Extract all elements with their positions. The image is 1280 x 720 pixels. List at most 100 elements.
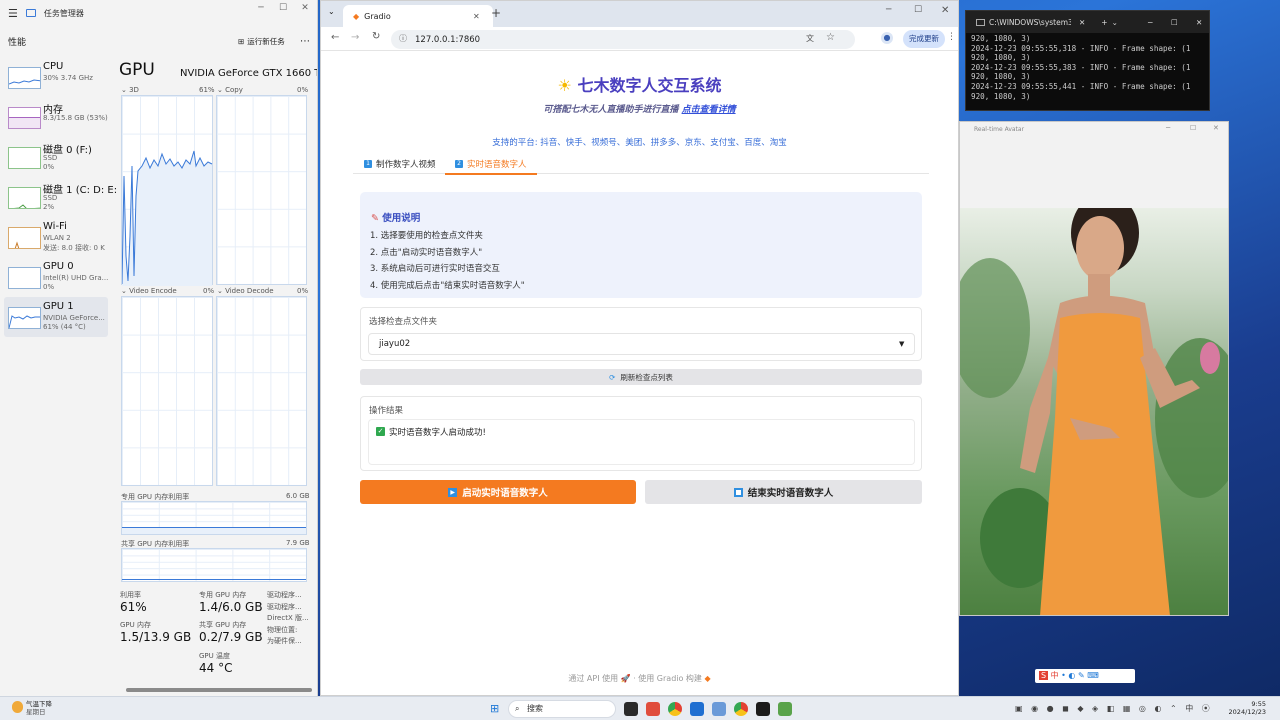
run-task-button[interactable]: ⊞ 运行新任务 xyxy=(238,36,285,47)
dropdown-arrow-icon: ▼ xyxy=(899,340,905,348)
maximize-icon[interactable]: ☐ xyxy=(1171,18,1178,27)
horizontal-scrollbar[interactable] xyxy=(126,688,312,692)
details-link[interactable]: 点击查看详情 xyxy=(682,105,736,115)
tab-close-icon[interactable]: ✕ xyxy=(473,12,480,21)
chrome-icon[interactable] xyxy=(668,702,682,716)
graph-3d xyxy=(121,95,213,286)
tab-list-icon[interactable]: ⌄ xyxy=(328,7,335,16)
profile-icon[interactable]: ● xyxy=(881,32,893,44)
graph-copy xyxy=(216,95,307,285)
result-textbox[interactable]: ✓ 实时语音数字人启动成功! xyxy=(368,419,915,465)
close-icon[interactable]: ✕ xyxy=(1196,18,1202,27)
play-icon: ▶ xyxy=(448,487,458,497)
browser-tab[interactable]: ◆ Gradio ✕ xyxy=(343,5,493,27)
minimize-icon[interactable]: ─ xyxy=(1148,18,1153,27)
section-title: 性能 xyxy=(8,37,27,48)
gpu-heading: GPU xyxy=(119,60,155,80)
app-title: ☀ 七木数字人交互系统 xyxy=(557,76,722,95)
more-icon[interactable]: ⋯ xyxy=(300,36,310,47)
task-manager-window: ☰ 任务管理器 ─ ☐ ✕ 性能 ⊞ 运行新任务 ⋯ CPU 30% 3.74 G… xyxy=(0,0,318,696)
instructions-title: ✎ 使用说明 xyxy=(371,213,421,224)
maximize-icon[interactable]: ☐ xyxy=(1190,124,1196,132)
sidebar-item-memory[interactable]: 内存 8.3/15.8 GB (53%) xyxy=(4,97,108,137)
browser-menu-icon[interactable]: ⋮ xyxy=(947,32,956,42)
ime-tools-icon: • ◐ ✎ ⌨ xyxy=(1061,671,1099,680)
tab-close-icon[interactable]: ✕ xyxy=(1079,18,1085,27)
sidebar-item-disk0[interactable]: 磁盘 0 (F:) SSD 0% xyxy=(4,137,108,177)
close-icon[interactable]: ✕ xyxy=(1213,124,1219,132)
stop-realtime-button[interactable]: 结束实时语音数字人 xyxy=(645,480,922,504)
window-title: 任务管理器 xyxy=(43,8,84,18)
graph-video-encode xyxy=(121,296,213,486)
stat-details: 驱动程序... 驱动程序... DirectX 版... 物理位置: 为硬件保.… xyxy=(267,591,309,645)
dropdown-icon[interactable]: ⌄ xyxy=(1112,18,1118,27)
maximize-icon[interactable]: ☐ xyxy=(914,5,922,15)
terminal-taskbar-icon[interactable] xyxy=(756,702,770,716)
app-icon-3[interactable] xyxy=(778,702,792,716)
search-box[interactable]: ⌕ 搜索 xyxy=(508,700,616,718)
shared-mem-max: 7.9 GB xyxy=(286,539,310,547)
clock[interactable]: 9:55 2024/12/23 xyxy=(1226,700,1266,716)
minimize-icon[interactable]: ─ xyxy=(1166,124,1170,132)
refresh-icon: ⟳ xyxy=(609,372,616,382)
checkpoint-card: 选择检查点文件夹 jiayu02 ▼ xyxy=(360,307,922,361)
minimize-icon[interactable]: ─ xyxy=(250,3,272,13)
stop-icon xyxy=(733,487,743,497)
start-icon[interactable]: ⊞ xyxy=(490,702,499,715)
app-icon-1[interactable] xyxy=(646,702,660,716)
api-link[interactable]: 通过 API 使用 🚀 xyxy=(568,674,630,683)
terminal-icon xyxy=(976,18,985,26)
weather-widget[interactable]: 气温下降 星期日 xyxy=(26,700,52,716)
wifi-thumb-graph xyxy=(8,227,41,249)
sidebar-item-gpu0[interactable]: GPU 0 Intel(R) UHD Gra... 0% xyxy=(4,257,108,297)
tab-bar: 1 制作数字人视频 2 实时语音数字人 xyxy=(353,154,929,175)
stat-gpu-memory: GPU 内存 1.5/13.9 GB xyxy=(120,621,192,644)
stat-dedicated: 专用 GPU 内存 1.4/6.0 GB xyxy=(199,591,263,614)
minimize-icon[interactable]: ─ xyxy=(886,5,891,15)
sidebar-item-cpu[interactable]: CPU 30% 3.74 GHz xyxy=(4,57,108,97)
app-icon-2[interactable] xyxy=(690,702,704,716)
menu-icon[interactable]: ☰ xyxy=(8,7,18,20)
tab-realtime-voice[interactable]: 2 实时语音数字人 xyxy=(455,158,527,170)
tab-make-video[interactable]: 1 制作数字人视频 xyxy=(364,158,436,170)
ime-toolbar[interactable]: S 中 • ◐ ✎ ⌨ xyxy=(1035,669,1135,683)
taskbar: 气温下降 星期日 ⊞ ⌕ 搜索 S 中 • ◐ ✎ ⌨ ▣ ◉ ● ◼ ◆ ◈ ◧ … xyxy=(0,669,1280,720)
close-icon[interactable]: ✕ xyxy=(294,3,316,13)
refresh-checkpoints-button[interactable]: ⟳ 刷新检查点列表 xyxy=(360,369,922,385)
address-bar-row: ← → ↻ ⓘ 127.0.0.1:7860 文 ☆ ● 完成更新 ⋮ xyxy=(321,27,958,51)
checkpoint-select[interactable]: jiayu02 ▼ xyxy=(368,333,915,355)
weather-icon[interactable] xyxy=(12,701,23,713)
graph-3d-label: ⌄ 3D xyxy=(121,86,139,94)
cpu-thumb-graph xyxy=(8,67,41,89)
sidebar-item-gpu1[interactable]: GPU 1 NVIDIA GeForce... 61% (44 °C) xyxy=(4,297,108,337)
bookmark-star-icon[interactable]: ☆ xyxy=(826,32,835,43)
translate-icon[interactable]: 文 xyxy=(806,33,814,44)
site-info-icon[interactable]: ⓘ xyxy=(399,33,407,44)
avatar-window-title: Real-time Avatar xyxy=(974,125,1025,133)
sidebar-item-disk1[interactable]: 磁盘 1 (C: D: E: SSD 2% xyxy=(4,177,117,217)
start-realtime-button[interactable]: ▶ 启动实时语音数字人 xyxy=(360,480,636,504)
graph-video-decode xyxy=(216,296,307,486)
gradio-favicon: ◆ xyxy=(353,11,360,21)
gpu0-thumb-graph xyxy=(8,267,41,289)
system-tray-icons[interactable]: ▣ ◉ ● ◼ ◆ ◈ ◧ ▦ ◎ ◐ ⌃ 中 ⦿ xyxy=(1015,703,1210,714)
new-tab-icon[interactable]: + xyxy=(491,6,501,20)
new-tab-icon[interactable]: + xyxy=(1101,18,1107,27)
rocket-icon: 🚀 xyxy=(620,674,631,683)
maximize-icon[interactable]: ☐ xyxy=(272,3,294,13)
sidebar-item-wifi[interactable]: Wi-Fi WLAN 2 发送: 8.0 接收: 0 K xyxy=(4,217,108,257)
chrome-icon-2[interactable] xyxy=(734,702,748,716)
update-button[interactable]: 完成更新 xyxy=(903,30,945,48)
forward-icon[interactable]: → xyxy=(351,32,359,43)
close-icon[interactable]: ✕ xyxy=(941,5,949,16)
task-view-icon[interactable] xyxy=(624,702,638,716)
instructions-panel: ✎ 使用说明 1. 选择要使用的检查点文件夹 2. 点击"启动实时语音数字人" … xyxy=(360,192,922,298)
built-with-link[interactable]: 使用 Gradio 构建 ◆ xyxy=(638,674,710,683)
url-input[interactable]: ⓘ 127.0.0.1:7860 文 ☆ xyxy=(391,30,855,49)
back-icon[interactable]: ← xyxy=(331,32,339,43)
platforms-text: 支持的平台: 抖音、快手、视频号、美团、拼多多、京东、支付宝、百度、淘宝 xyxy=(492,138,787,148)
result-label: 操作结果 xyxy=(369,406,404,416)
reload-icon[interactable]: ↻ xyxy=(372,31,380,42)
graph-copy-pct: 0% xyxy=(297,86,309,94)
task-manager-taskbar-icon[interactable] xyxy=(712,702,726,716)
